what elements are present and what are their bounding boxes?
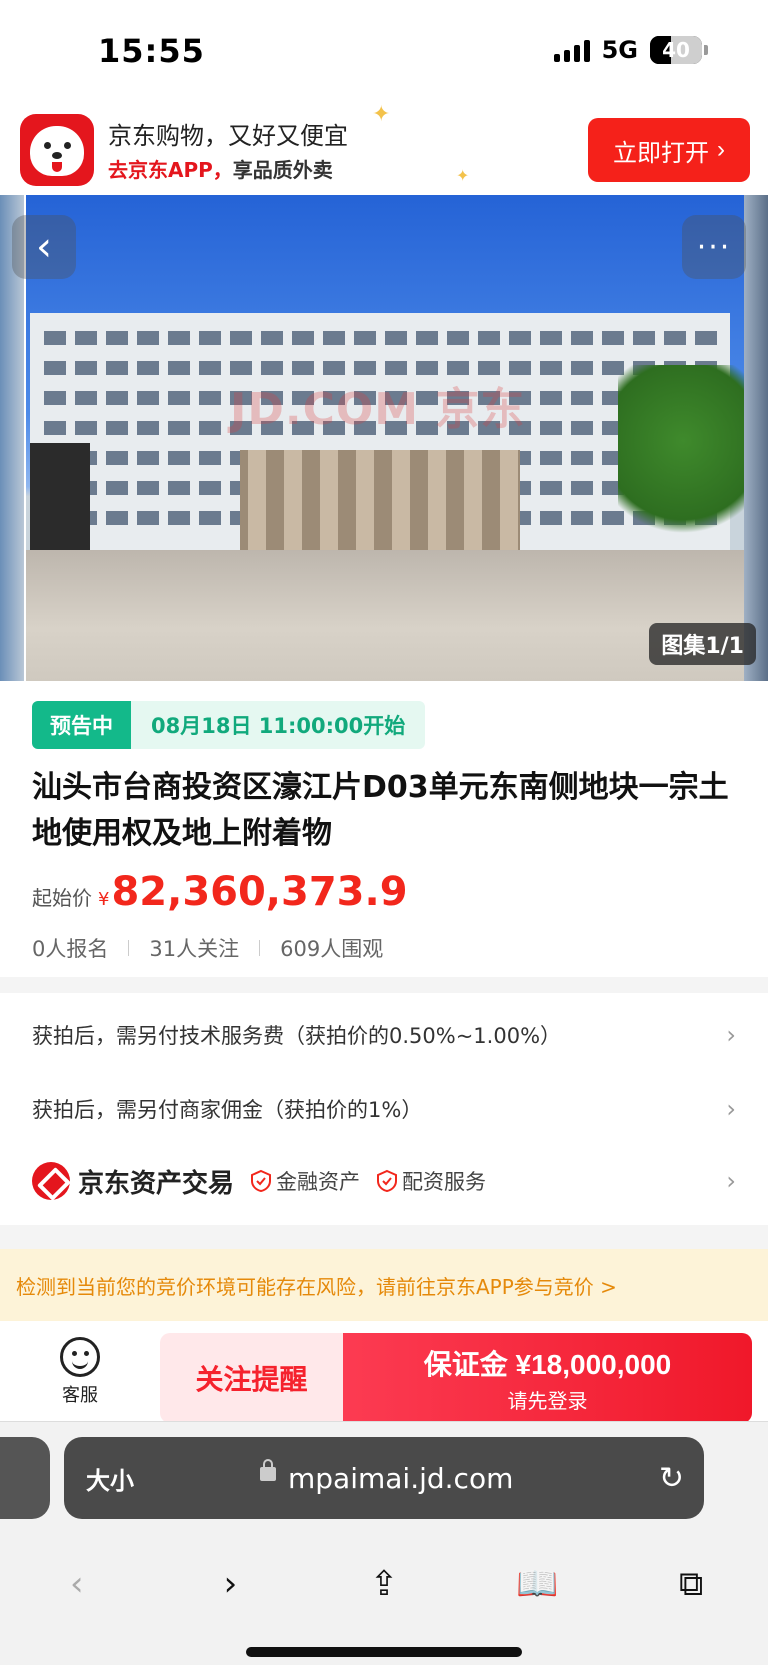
seller-brand-row[interactable]: 京东资产交易 金融资产 配资服务 › <box>32 1143 736 1219</box>
text-size-button[interactable]: 大小 <box>86 1461 134 1496</box>
risk-warning-banner[interactable]: 检测到当前您的竞价环境可能存在风险，请前往京东APP参与竞价 > <box>0 1249 768 1321</box>
follow-reminder-button[interactable]: 关注提醒 <box>160 1333 343 1423</box>
back-button[interactable]: ‹ <box>12 215 76 279</box>
banner-subtitle-rest: 享品质外卖 <box>232 158 333 182</box>
gallery-counter-badge[interactable]: 图集1/1 <box>649 623 756 665</box>
auction-status-tag: 预告中 08月18日 11:00:00开始 <box>32 701 426 749</box>
status-bar: 15:55 5G 40 <box>0 0 768 100</box>
bookmarks-icon[interactable]: 📖 <box>508 1554 568 1614</box>
signal-icon <box>553 38 590 62</box>
fee-section: 获拍后，需另付技术服务费（获拍价的0.50%~1.00%） › 获拍后，需另付商… <box>0 993 768 1225</box>
status-time: 15:55 <box>98 32 205 70</box>
previous-tab-stub[interactable] <box>0 1437 50 1519</box>
currency-symbol: ¥ <box>98 889 110 910</box>
open-app-button[interactable]: 立即打开 › <box>588 118 750 182</box>
chevron-right-icon: › <box>717 136 725 163</box>
shield-check-icon <box>377 1169 398 1193</box>
chevron-right-icon: › <box>726 1021 736 1049</box>
deposit-login-button[interactable]: 保证金 ¥18,000,000 请先登录 <box>343 1333 752 1423</box>
price-label: 起始价 <box>32 886 92 910</box>
jd-asset-logo-icon <box>32 1162 70 1200</box>
section-divider <box>0 977 768 993</box>
login-prompt: 请先登录 <box>507 1390 588 1413</box>
viewers-count: 609人围观 <box>280 937 384 961</box>
tabs-icon[interactable]: ⧉ <box>661 1554 721 1614</box>
battery-cap <box>704 45 708 55</box>
browser-toolbar: 大小 mpaimai.jd.com ↻ ‹ › ⇪ 📖 ⧉ <box>0 1421 768 1665</box>
commission-fee-row[interactable]: 获拍后，需另付商家佣金（获拍价的1%） › <box>32 1071 736 1147</box>
financial-assets-badge: 金融资产 <box>250 1166 360 1196</box>
divider <box>259 940 261 956</box>
section-divider <box>0 1225 768 1249</box>
divider <box>128 940 130 956</box>
customer-service-button[interactable]: 客服 <box>50 1337 110 1407</box>
banner-subtitle-highlight: 去京东APP， <box>108 158 233 182</box>
back-arrow-icon[interactable]: ‹ <box>47 1554 107 1614</box>
status-badge: 预告中 <box>32 701 131 749</box>
customer-service-label: 客服 <box>62 1385 98 1406</box>
status-indicators: 5G 40 <box>553 36 708 64</box>
browser-nav: ‹ › ⇪ 📖 ⧉ <box>0 1549 768 1619</box>
brand-name: 京东资产交易 <box>78 1168 235 1199</box>
product-image-gallery[interactable]: JD.COM 京东 ‹ ··· 图集1/1 <box>0 195 768 681</box>
sparkle-icon: ✦ <box>372 102 391 127</box>
auction-info: 预告中 08月18日 11:00:00开始 汕头市台商投资区濠江片D03单元东南… <box>0 681 768 977</box>
jd-app-logo-icon <box>20 114 94 186</box>
registrations-count: 0人报名 <box>32 937 109 961</box>
image-watermark: JD.COM 京东 <box>230 384 526 435</box>
url-domain[interactable]: mpaimai.jd.com <box>288 1462 513 1495</box>
auction-title: 汕头市台商投资区濠江片D03单元东南侧地块一宗土地使用权及地上附着物 <box>32 770 729 851</box>
battery-percent: 40 <box>662 38 690 62</box>
banner-title: 京东购物，又好又便宜 <box>108 122 348 150</box>
financing-service-badge: 配资服务 <box>376 1166 486 1196</box>
start-time: 08月18日 11:00:00开始 <box>131 701 426 749</box>
battery-icon: 40 <box>650 36 702 64</box>
address-bar[interactable]: 大小 mpaimai.jd.com ↻ <box>64 1437 704 1519</box>
price-value: 82,360,373.9 <box>111 869 408 915</box>
auction-stats: 0人报名 31人关注 609人围观 <box>32 933 383 963</box>
banner-subtitle: 去京东APP，享品质外卖 <box>108 154 333 183</box>
reload-icon[interactable]: ↻ <box>659 1461 684 1496</box>
open-app-label: 立即打开 <box>613 139 709 167</box>
commission-fee-text: 获拍后，需另付商家佣金（获拍价的1%） <box>32 1098 423 1122</box>
service-fee-row[interactable]: 获拍后，需另付技术服务费（获拍价的0.50%~1.00%） › <box>32 997 736 1073</box>
forward-arrow-icon[interactable]: › <box>200 1554 260 1614</box>
smiley-face-icon <box>60 1337 100 1377</box>
home-indicator[interactable] <box>246 1647 522 1657</box>
starting-price: 起始价 ¥ 82,360,373.9 <box>32 869 408 915</box>
badge-label: 配资服务 <box>402 1170 487 1194</box>
share-icon[interactable]: ⇪ <box>354 1554 414 1614</box>
shield-check-icon <box>251 1169 272 1193</box>
app-download-banner: 京东购物，又好又便宜 去京东APP，享品质外卖 ✦ ✦ 立即打开 › <box>0 100 768 195</box>
followers-count: 31人关注 <box>149 937 240 961</box>
sparkle-icon: ✦ <box>456 166 470 185</box>
deposit-amount: 保证金 ¥18,000,000 <box>423 1348 672 1380</box>
service-fee-text: 获拍后，需另付技术服务费（获拍价的0.50%~1.00%） <box>32 1024 562 1048</box>
more-options-button[interactable]: ··· <box>682 215 746 279</box>
network-type: 5G <box>601 36 638 64</box>
badge-label: 金融资产 <box>276 1170 361 1194</box>
chevron-right-icon: › <box>726 1167 736 1195</box>
lock-icon <box>260 1459 276 1481</box>
bottom-action-bar: 客服 关注提醒 保证金 ¥18,000,000 请先登录 <box>0 1321 768 1423</box>
chevron-right-icon: › <box>726 1095 736 1123</box>
